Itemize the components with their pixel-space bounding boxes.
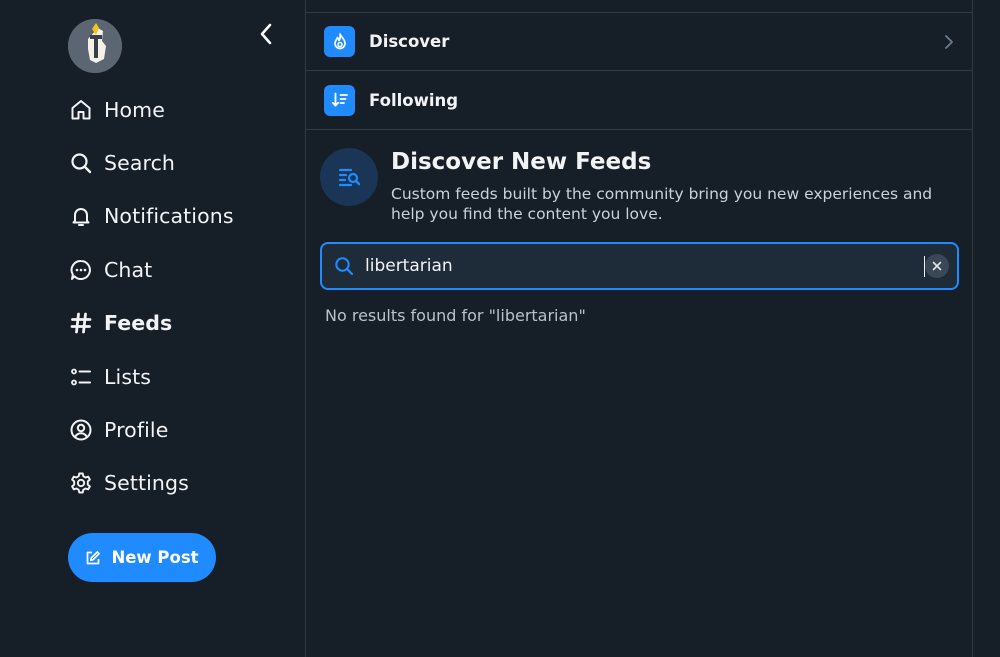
nav-label: Chat [104,257,153,282]
nav-item-settings[interactable]: Settings [68,457,288,510]
chevron-right-icon [944,34,954,50]
list-search-icon [320,148,378,206]
close-icon [932,261,942,271]
list-icon [68,364,93,389]
main-navigation: Home Search Notifications Chat Feeds Lis… [68,83,288,510]
search-icon [334,256,354,276]
avatar-image [68,19,122,73]
nav-item-notifications[interactable]: Notifications [68,190,288,243]
nav-label: Search [104,151,176,176]
flame-icon [324,26,355,57]
nav-label: Profile [104,418,169,443]
gear-icon [68,471,93,496]
sort-down-icon [324,84,355,116]
chevron-left-icon [260,23,272,45]
nav-label: Notifications [104,204,234,229]
nav-label: Home [104,97,165,122]
search-icon [68,151,93,176]
chat-bubble-icon [68,257,93,282]
nav-item-feeds[interactable]: Feeds [68,297,288,350]
nav-label: Lists [104,364,152,389]
no-results-message: No results found for "libertarian" [325,306,586,325]
edit-icon [85,550,101,566]
nav-item-profile[interactable]: Profile [68,403,288,456]
feed-search-field[interactable]: libertarian [320,242,959,290]
nav-label: Settings [104,471,189,496]
collapse-sidebar-button[interactable] [252,20,280,48]
new-post-label: New Post [111,548,199,567]
hashtag-icon [68,311,93,336]
nav-item-chat[interactable]: Chat [68,243,288,296]
feed-title: Discover [369,32,450,51]
discover-new-feeds-header: Discover New Feeds Custom feeds built by… [306,130,972,240]
feed-row-following[interactable]: Following [306,71,972,130]
new-post-button[interactable]: New Post [68,533,216,582]
nav-item-search[interactable]: Search [68,136,288,189]
discover-description: Custom feeds built by the community brin… [391,185,933,223]
left-sidebar: Home Search Notifications Chat Feeds Lis… [0,0,305,657]
search-input-wrapper: libertarian [365,251,925,281]
feeds-panel: Discover Following Discover New Feeds Cu… [305,0,973,657]
feed-title: Following [369,90,459,110]
discover-title: Discover New Feeds [391,149,652,175]
bell-icon [68,204,93,229]
search-input[interactable]: libertarian [365,251,924,281]
nav-label: Feeds [104,311,173,336]
avatar[interactable] [68,19,122,73]
user-circle-icon [68,418,93,443]
nav-item-home[interactable]: Home [68,83,288,136]
clear-search-button[interactable] [925,254,949,278]
feed-row-discover[interactable]: Discover [306,12,972,71]
nav-item-lists[interactable]: Lists [68,350,288,403]
home-icon [68,97,93,122]
